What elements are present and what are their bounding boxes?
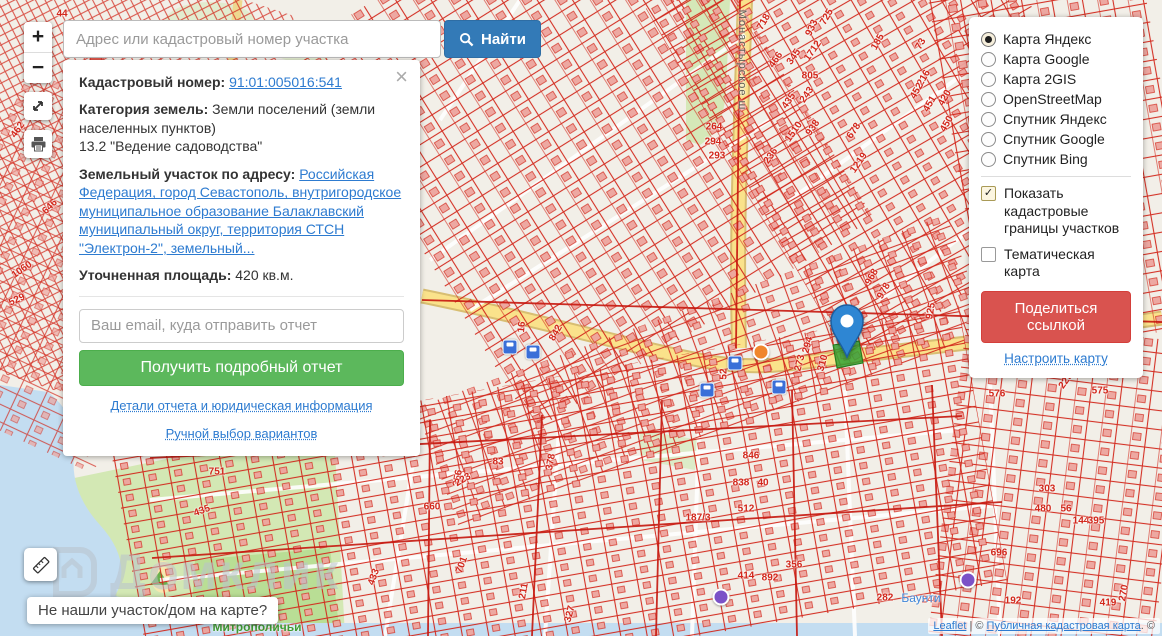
zoom-in-button[interactable]: +	[24, 22, 52, 53]
overlay-option[interactable]: Показать кадастровые границы участков	[981, 185, 1131, 238]
radio-icon[interactable]	[981, 31, 996, 47]
map-page: { "search": { "placeholder": "Адрес или …	[0, 0, 1162, 636]
parcel-info-panel: × Кадастровый номер: 91:01:005016:541 Ка…	[63, 60, 420, 456]
layers-panel: Карта Яндекс Карта Google Карта 2GIS OpenSt…	[969, 17, 1143, 378]
map-attribution: Leaflet | © Публичная кадастровая карта.…	[928, 618, 1160, 634]
layers-divider	[981, 176, 1131, 177]
zoom-out-button[interactable]: −	[24, 53, 52, 83]
search-input[interactable]	[63, 20, 441, 58]
close-icon[interactable]: ×	[395, 66, 408, 88]
find-button-label: Найти	[481, 30, 526, 48]
layer-option-label: Спутник Яндекс	[1003, 111, 1107, 127]
checkbox-icon[interactable]	[981, 186, 996, 201]
report-details-link[interactable]: Детали отчета и юридическая информация	[79, 397, 404, 414]
layer-option-label: Карта Google	[1003, 51, 1090, 67]
area-label: Уточненная площадь:	[79, 267, 232, 284]
layer-option[interactable]: OpenStreetMap	[981, 91, 1131, 107]
radio-icon[interactable]	[981, 131, 996, 147]
leaflet-link[interactable]: Leaflet	[933, 620, 966, 632]
overlay-list: Показать кадастровые границы участков Тем…	[981, 185, 1131, 281]
printer-icon	[31, 137, 45, 152]
category-label: Категория земель:	[79, 101, 209, 118]
layer-option-label: Карта 2GIS	[1003, 71, 1077, 87]
ruler-icon	[32, 556, 49, 573]
search-icon	[459, 32, 474, 46]
fullscreen-button[interactable]	[24, 92, 52, 120]
attribution-suffix: . ©	[1140, 620, 1155, 632]
manual-select-link[interactable]: Ручной выбор вариантов	[79, 425, 404, 442]
layer-option[interactable]: Карта Яндекс	[981, 31, 1131, 47]
layer-option-label: OpenStreetMap	[1003, 91, 1102, 107]
radio-icon[interactable]	[981, 51, 996, 67]
radio-icon[interactable]	[981, 71, 996, 87]
overlay-option-label: Тематическая карта	[1004, 245, 1095, 280]
address-row: Земельный участок по адресу: Российская …	[79, 165, 404, 257]
location-pin-icon[interactable]	[828, 303, 866, 359]
cadastral-number-label: Кадастровый номер:	[79, 74, 226, 90]
usage-value: 13.2 "Ведение садоводства"	[79, 138, 263, 155]
overlay-option-label: Показать кадастровые границы участков	[1004, 185, 1120, 236]
layer-option[interactable]: Карта Google	[981, 51, 1131, 67]
zoom-controls: + −	[24, 22, 52, 83]
area-row: Уточненная площадь: 420 кв.м.	[79, 266, 404, 284]
layer-option[interactable]: Спутник Bing	[981, 151, 1131, 167]
find-button[interactable]: Найти	[444, 20, 541, 58]
radio-icon[interactable]	[981, 91, 996, 107]
base-layer-list: Карта Яндекс Карта Google Карта 2GIS OpenSt…	[981, 31, 1131, 167]
cadastral-number-row: Кадастровый номер: 91:01:005016:541	[79, 73, 404, 91]
source-link[interactable]: Публичная кадастровая карта	[987, 620, 1141, 632]
layer-option[interactable]: Спутник Яндекс	[981, 111, 1131, 127]
measure-button[interactable]	[24, 548, 57, 581]
checkbox-icon[interactable]	[981, 246, 996, 262]
overlay-option[interactable]: Тематическая карта	[981, 246, 1131, 281]
layer-option[interactable]: Спутник Google	[981, 131, 1131, 147]
panel-divider	[79, 295, 404, 297]
layer-option-label: Карта Яндекс	[1003, 31, 1092, 47]
customize-map-link[interactable]: Настроить карту	[981, 351, 1131, 366]
layer-option-label: Спутник Bing	[1003, 151, 1088, 167]
layer-option-label: Спутник Google	[1003, 131, 1105, 147]
not-found-button[interactable]: Не нашли участок/дом на карте?	[27, 597, 279, 624]
expand-arrows-icon	[33, 101, 43, 111]
print-button[interactable]	[24, 130, 52, 158]
share-link-button[interactable]: Поделиться ссылкой	[981, 290, 1131, 343]
email-field[interactable]	[79, 308, 404, 343]
address-label: Земельный участок по адресу:	[79, 165, 296, 182]
attribution-separator: | ©	[966, 620, 987, 632]
area-value: 420 кв.м.	[235, 267, 294, 284]
radio-icon[interactable]	[981, 151, 996, 167]
cadastral-number-link[interactable]: 91:01:005016:541	[229, 74, 342, 90]
radio-icon[interactable]	[981, 111, 996, 127]
category-row: Категория земель: Земли поселений (земли…	[79, 100, 404, 155]
get-report-button[interactable]: Получить подробный отчет	[79, 349, 404, 386]
layer-option[interactable]: Карта 2GIS	[981, 71, 1131, 87]
search-bar: Найти	[63, 20, 541, 58]
